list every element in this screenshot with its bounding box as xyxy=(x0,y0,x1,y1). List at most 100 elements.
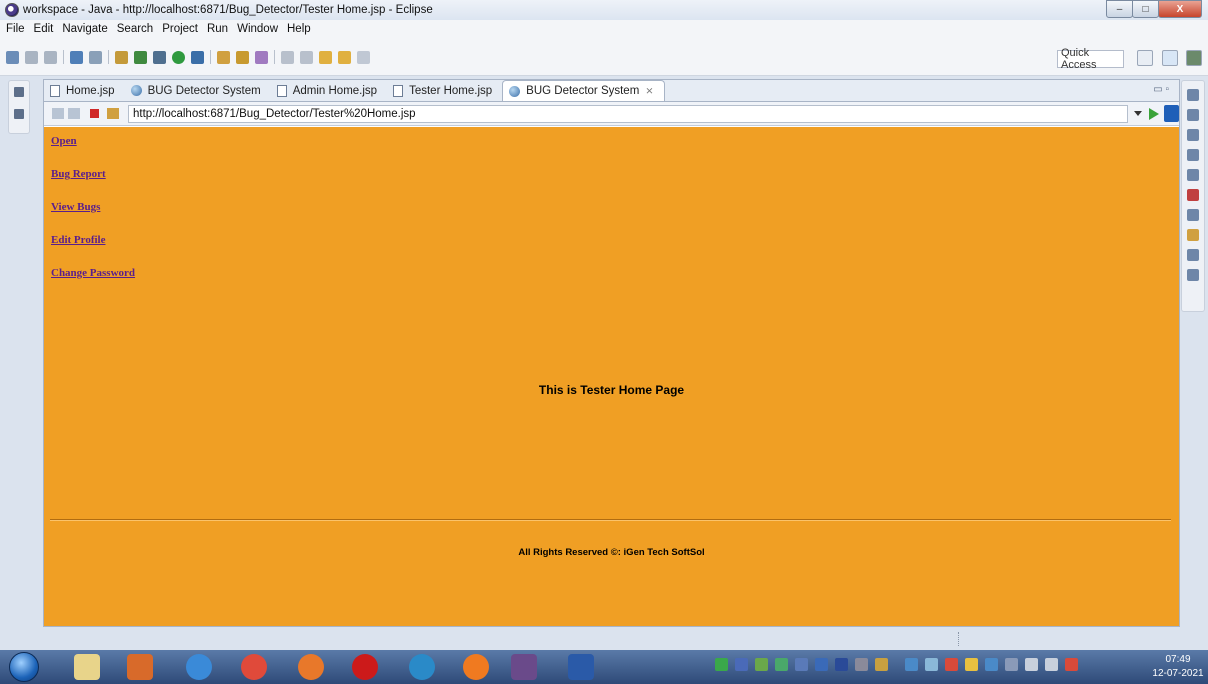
firefox-icon[interactable] xyxy=(298,654,324,680)
tray-icon[interactable] xyxy=(925,658,938,671)
tab-admin-home-jsp[interactable]: Admin Home.jsp xyxy=(271,80,387,101)
internet-explorer-icon[interactable] xyxy=(186,654,212,680)
java-perspective-icon[interactable] xyxy=(1186,50,1202,66)
tray-icon[interactable] xyxy=(755,658,768,671)
javadoc-icon[interactable] xyxy=(1187,209,1199,221)
tab-bug-detector-active[interactable]: BUG Detector System ⨯ xyxy=(502,80,665,101)
minimize-maximize-icons[interactable]: ▭ ▫ xyxy=(1153,84,1169,95)
tab-bug-detector-1[interactable]: BUG Detector System xyxy=(125,80,271,101)
last-edit-icon[interactable] xyxy=(319,50,332,64)
word-icon[interactable] xyxy=(568,654,594,680)
tray-icon[interactable] xyxy=(1005,658,1018,671)
run-icon[interactable] xyxy=(172,50,185,64)
new-icon[interactable] xyxy=(6,50,19,64)
bug-report-link[interactable]: Bug Report xyxy=(51,168,135,180)
external-tools-icon[interactable] xyxy=(134,50,147,64)
bluetooth-icon[interactable] xyxy=(835,658,848,671)
tray-icon[interactable] xyxy=(905,658,918,671)
menu-file[interactable]: File xyxy=(6,23,25,35)
restore-icon[interactable] xyxy=(14,87,24,97)
action-center-icon[interactable] xyxy=(1065,658,1078,671)
menu-search[interactable]: Search xyxy=(117,23,153,35)
open-link[interactable]: Open xyxy=(51,135,135,147)
back-icon[interactable] xyxy=(52,108,64,119)
open-type-icon[interactable] xyxy=(217,50,230,64)
open-folder-icon[interactable] xyxy=(236,50,249,64)
quick-access-input[interactable]: Quick Access xyxy=(1057,47,1124,71)
refresh-icon[interactable] xyxy=(107,108,119,119)
new-java-class-icon[interactable] xyxy=(191,50,204,64)
app-icon[interactable] xyxy=(463,654,489,680)
edge-icon[interactable] xyxy=(409,654,435,680)
chrome-icon[interactable] xyxy=(241,654,267,680)
edit-profile-link[interactable]: Edit Profile xyxy=(51,234,135,246)
go-icon[interactable] xyxy=(1149,108,1159,120)
network-icon[interactable] xyxy=(1045,658,1058,671)
outline-icon[interactable] xyxy=(1187,149,1199,161)
url-input[interactable]: http://localhost:6871/Bug_Detector/Teste… xyxy=(128,105,1128,123)
open-external-browser-icon[interactable] xyxy=(1164,105,1179,122)
change-password-link[interactable]: Change Password xyxy=(51,267,135,279)
close-tab-icon[interactable]: ⨯ xyxy=(645,86,653,97)
menu-project[interactable]: Project xyxy=(162,23,198,35)
url-dropdown-icon[interactable] xyxy=(1134,111,1142,116)
minimize-button[interactable]: – xyxy=(1106,0,1133,18)
save-icon[interactable] xyxy=(25,50,38,64)
previous-annotation-icon[interactable] xyxy=(300,50,313,64)
restore-icon[interactable] xyxy=(1187,89,1199,101)
menu-run[interactable]: Run xyxy=(207,23,228,35)
volume-icon[interactable] xyxy=(1025,658,1038,671)
restore-icon[interactable] xyxy=(1187,169,1199,181)
tray-icon[interactable] xyxy=(715,658,728,671)
menu-edit[interactable]: Edit xyxy=(34,23,54,35)
clock[interactable]: 07:49 12-07-2021 xyxy=(1150,653,1206,681)
menu-window[interactable]: Window xyxy=(237,23,278,35)
view-bugs-link[interactable]: View Bugs xyxy=(51,201,135,213)
java-ee-perspective-icon[interactable] xyxy=(1162,50,1178,66)
tab-label: Tester Home.jsp xyxy=(409,84,493,97)
pen-icon[interactable] xyxy=(255,50,268,64)
eclipse-taskbar-icon[interactable] xyxy=(511,654,537,680)
debug-icon[interactable] xyxy=(153,50,166,64)
declaration-icon[interactable] xyxy=(1187,229,1199,241)
open-perspective-icon[interactable] xyxy=(1137,50,1153,66)
tray-icon[interactable] xyxy=(735,658,748,671)
next-annotation-icon[interactable] xyxy=(281,50,294,64)
tray-icon[interactable] xyxy=(855,658,868,671)
opera-icon[interactable] xyxy=(352,654,378,680)
tab-home-jsp[interactable]: Home.jsp xyxy=(44,80,125,101)
globe-icon xyxy=(509,85,521,97)
tray-icon[interactable] xyxy=(775,658,788,671)
new-server-icon[interactable] xyxy=(115,50,128,64)
skip-breakpoints-icon[interactable] xyxy=(89,50,102,64)
save-all-icon[interactable] xyxy=(44,50,57,64)
tab-tester-home-jsp[interactable]: Tester Home.jsp xyxy=(387,80,502,101)
main-toolbar: Quick Access xyxy=(0,38,1208,76)
forward-icon[interactable] xyxy=(357,50,370,64)
close-button[interactable]: X xyxy=(1158,0,1202,18)
forward-icon[interactable] xyxy=(68,108,80,119)
tray-icon[interactable] xyxy=(795,658,808,671)
maximize-button[interactable]: □ xyxy=(1132,0,1159,18)
tray-icon[interactable] xyxy=(875,658,888,671)
servers-icon[interactable] xyxy=(1187,249,1199,261)
task-list-icon[interactable] xyxy=(1187,109,1199,121)
restore-icon[interactable] xyxy=(1187,129,1199,141)
tray-icon[interactable] xyxy=(985,658,998,671)
menu-help[interactable]: Help xyxy=(287,23,311,35)
tray-icon[interactable] xyxy=(945,658,958,671)
stop-icon[interactable] xyxy=(90,109,99,118)
tray-icon[interactable] xyxy=(815,658,828,671)
start-button[interactable] xyxy=(9,652,39,682)
office-icon[interactable] xyxy=(127,654,153,680)
menu-navigate[interactable]: Navigate xyxy=(62,23,107,35)
console-icon[interactable] xyxy=(1187,269,1199,281)
console-icon[interactable] xyxy=(70,50,83,64)
markers-icon[interactable] xyxy=(1187,189,1199,201)
back-icon[interactable] xyxy=(338,50,351,64)
left-trim-stack xyxy=(8,80,30,134)
package-explorer-icon[interactable] xyxy=(14,109,24,119)
toolbar-separator xyxy=(63,50,64,64)
tray-icon[interactable] xyxy=(965,658,978,671)
file-explorer-icon[interactable] xyxy=(74,654,100,680)
